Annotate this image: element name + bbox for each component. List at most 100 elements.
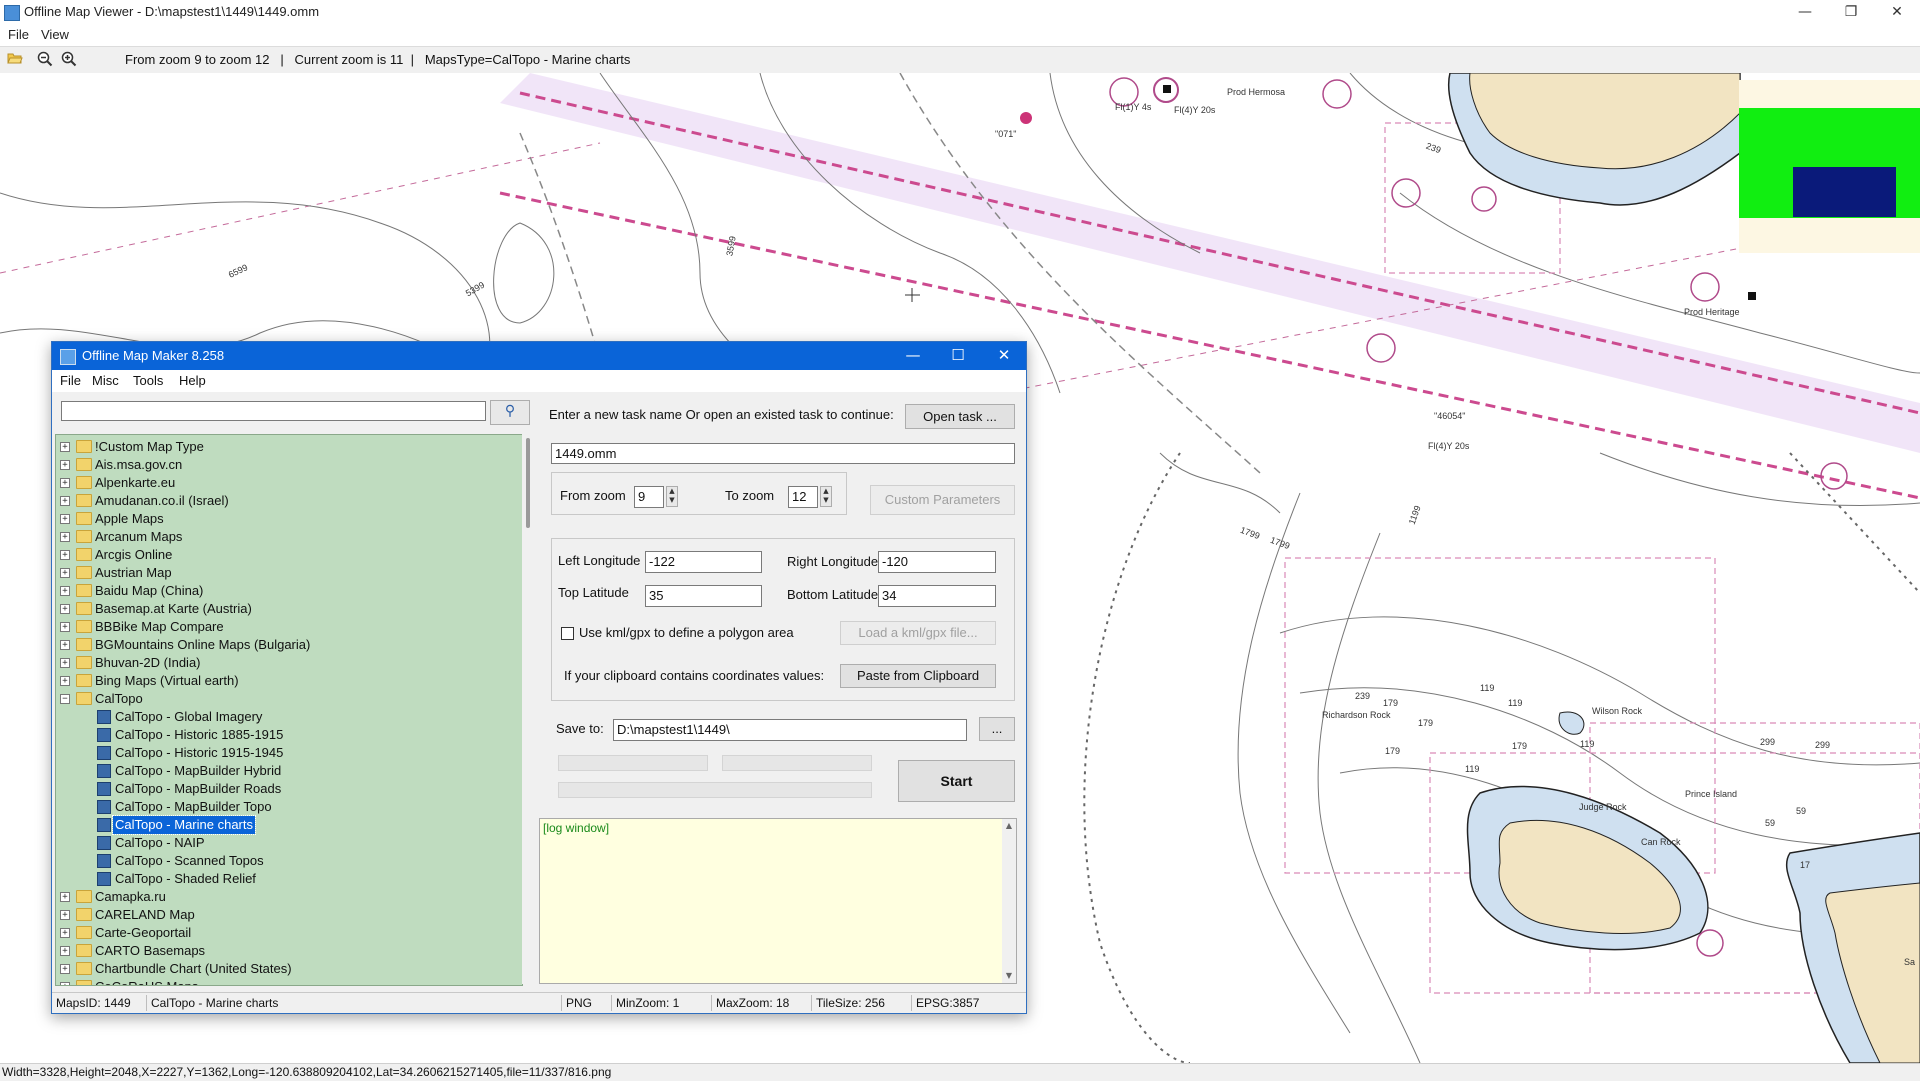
to-zoom-stepper[interactable]: ▲ ▼ xyxy=(820,486,832,507)
map-type-tree[interactable]: + !Custom Map Type + Ais.msa.gov.cn + Alpenka… xyxy=(55,434,523,986)
expand-icon[interactable]: + xyxy=(60,640,70,650)
dialog-maximize-button[interactable]: ☐ xyxy=(936,342,980,370)
paste-clipboard-button[interactable]: Paste from Clipboard xyxy=(840,664,996,688)
from-zoom-input[interactable]: 9 xyxy=(634,486,664,508)
tree-map-item[interactable]: CalTopo - MapBuilder Topo xyxy=(60,798,520,816)
top-latitude-input[interactable]: 35 xyxy=(645,585,762,607)
tree-map-item[interactable]: CalTopo - MapBuilder Hybrid xyxy=(60,762,520,780)
dialog-menu-tools[interactable]: Tools xyxy=(133,373,163,388)
right-longitude-input[interactable]: -120 xyxy=(878,551,996,573)
close-button[interactable]: ✕ xyxy=(1874,0,1920,26)
tree-folder-item[interactable]: + Amudanan.co.il (Israel) xyxy=(60,492,520,510)
dialog-app-icon xyxy=(60,349,76,365)
menu-file[interactable]: File xyxy=(8,27,29,42)
minimize-button[interactable]: — xyxy=(1782,0,1828,26)
tree-folder-item[interactable]: + Baidu Map (China) xyxy=(60,582,520,600)
tree-folder-item[interactable]: + Arcgis Online xyxy=(60,546,520,564)
map-label: Prod Heritage xyxy=(1684,307,1740,317)
tree-folder-item[interactable]: + Bhuvan-2D (India) xyxy=(60,654,520,672)
tree-map-item[interactable]: CalTopo - NAIP xyxy=(60,834,520,852)
tree-folder-item[interactable]: + Ais.msa.gov.cn xyxy=(60,456,520,474)
expand-icon[interactable]: + xyxy=(60,928,70,938)
expand-icon[interactable]: + xyxy=(60,532,70,542)
expand-icon[interactable]: + xyxy=(60,460,70,470)
custom-parameters-button[interactable]: Custom Parameters xyxy=(870,485,1015,515)
tree-map-item[interactable]: CalTopo - MapBuilder Roads xyxy=(60,780,520,798)
tree-map-item[interactable]: CalTopo - Historic 1915-1945 xyxy=(60,744,520,762)
tree-folder-item[interactable]: + Carte-Geoportail xyxy=(60,924,520,942)
tree-folder-item[interactable]: + Chartbundle Chart (United States) xyxy=(60,960,520,978)
expand-icon[interactable]: + xyxy=(60,982,70,985)
expand-icon[interactable]: + xyxy=(60,478,70,488)
tree-folder-item[interactable]: + Alpenkarte.eu xyxy=(60,474,520,492)
dialog-menu-help[interactable]: Help xyxy=(179,373,206,388)
load-kml-button[interactable]: Load a kml/gpx file... xyxy=(840,621,996,645)
tree-folder-item[interactable]: − CalTopo xyxy=(60,690,520,708)
tree-folder-item[interactable]: + CoCoRaHS Maps xyxy=(60,978,520,985)
dialog-title-bar[interactable]: Offline Map Maker 8.258 — ☐ ✕ xyxy=(52,342,1026,370)
browse-button[interactable]: ... xyxy=(979,717,1015,741)
left-longitude-input[interactable]: -122 xyxy=(645,551,762,573)
expand-icon[interactable]: + xyxy=(60,622,70,632)
dialog-menu-misc[interactable]: Misc xyxy=(92,373,119,388)
zoom-in-icon[interactable] xyxy=(60,51,78,69)
zoom-out-icon[interactable] xyxy=(36,51,54,69)
scroll-down-icon[interactable]: ▼ xyxy=(1002,969,1016,983)
tree-folder-item[interactable]: + Apple Maps xyxy=(60,510,520,528)
tree-map-item[interactable]: CalTopo - Scanned Topos xyxy=(60,852,520,870)
kml-polygon-checkbox[interactable] xyxy=(561,627,574,640)
tree-map-item[interactable]: CalTopo - Shaded Relief xyxy=(60,870,520,888)
tree-folder-item[interactable]: + Bing Maps (Virtual earth) xyxy=(60,672,520,690)
tree-folder-item[interactable]: + Arcanum Maps xyxy=(60,528,520,546)
overview-minimap[interactable] xyxy=(1739,80,1920,253)
dialog-status-bar: MapsID: 1449 CalTopo - Marine charts PNG… xyxy=(52,992,1026,1013)
open-task-button[interactable]: Open task ... xyxy=(905,404,1015,429)
dialog-menu-file[interactable]: File xyxy=(60,373,81,388)
to-zoom-input[interactable]: 12 xyxy=(788,486,818,508)
tree-map-item[interactable]: CalTopo - Marine charts xyxy=(60,815,520,835)
expand-icon[interactable]: + xyxy=(60,568,70,578)
expand-icon[interactable]: + xyxy=(60,442,70,452)
tree-folder-item[interactable]: + !Custom Map Type xyxy=(60,438,520,456)
expand-icon[interactable]: + xyxy=(60,964,70,974)
collapse-icon[interactable]: − xyxy=(60,694,70,704)
tree-folder-item[interactable]: + Camapka.ru xyxy=(60,888,520,906)
minimap-viewport-rect[interactable] xyxy=(1793,167,1896,217)
tree-folder-item[interactable]: + CARTO Basemaps xyxy=(60,942,520,960)
tree-folder-item[interactable]: + BBBike Map Compare xyxy=(60,618,520,636)
expand-icon[interactable]: + xyxy=(60,946,70,956)
tree-folder-item[interactable]: + BGMountains Online Maps (Bulgaria) xyxy=(60,636,520,654)
expand-icon[interactable]: + xyxy=(60,892,70,902)
folder-open-icon[interactable] xyxy=(6,51,24,69)
expand-icon[interactable]: + xyxy=(60,658,70,668)
tree-scroll-thumb[interactable] xyxy=(526,438,530,528)
scroll-up-icon[interactable]: ▲ xyxy=(1002,819,1016,833)
search-icon[interactable]: ⚲ xyxy=(490,400,530,425)
dialog-close-button[interactable]: ✕ xyxy=(982,342,1026,370)
expand-icon[interactable]: + xyxy=(60,550,70,560)
log-window[interactable]: [log window] ▲ ▼ xyxy=(539,818,1017,984)
tree-scrollbar[interactable] xyxy=(522,434,536,984)
tree-folder-item[interactable]: + Austrian Map xyxy=(60,564,520,582)
expand-icon[interactable]: + xyxy=(60,586,70,596)
tree-folder-item[interactable]: + Basemap.at Karte (Austria) xyxy=(60,600,520,618)
bottom-latitude-input[interactable]: 34 xyxy=(878,585,996,607)
expand-icon[interactable]: + xyxy=(60,910,70,920)
log-scrollbar[interactable]: ▲ ▼ xyxy=(1002,819,1016,983)
from-zoom-stepper[interactable]: ▲ ▼ xyxy=(666,486,678,507)
start-button[interactable]: Start xyxy=(898,760,1015,802)
map-layer-icon xyxy=(97,746,111,760)
expand-icon[interactable]: + xyxy=(60,514,70,524)
maximize-button[interactable]: ❐ xyxy=(1828,0,1874,26)
dialog-minimize-button[interactable]: — xyxy=(891,342,935,370)
expand-icon[interactable]: + xyxy=(60,496,70,506)
task-name-field[interactable]: 1449.omm xyxy=(551,443,1015,464)
expand-icon[interactable]: + xyxy=(60,604,70,614)
menu-view[interactable]: View xyxy=(41,27,69,42)
tree-map-item[interactable]: CalTopo - Historic 1885-1915 xyxy=(60,726,520,744)
expand-icon[interactable]: + xyxy=(60,676,70,686)
save-path-field[interactable]: D:\mapstest1\1449\ xyxy=(613,719,967,741)
tree-folder-item[interactable]: + CARELAND Map xyxy=(60,906,520,924)
map-type-search-input[interactable] xyxy=(61,401,486,421)
tree-map-item[interactable]: CalTopo - Global Imagery xyxy=(60,708,520,726)
